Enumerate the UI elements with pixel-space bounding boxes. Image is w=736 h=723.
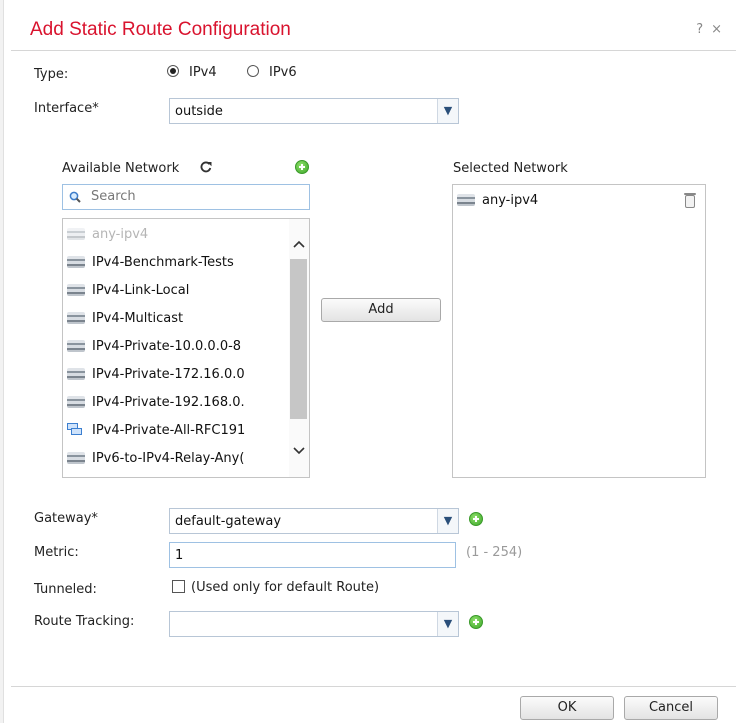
list-item[interactable]: any-ipv4 (457, 191, 701, 211)
search-placeholder: Search (91, 189, 136, 204)
list-item[interactable]: IPv4-Private-All-RFC191 (67, 421, 287, 441)
scrollbar[interactable] (289, 219, 309, 477)
chevron-down-icon[interactable]: ▼ (437, 99, 458, 123)
ipv6-radio[interactable] (247, 65, 259, 77)
list-item-label: IPv4-Private-All-RFC191 (92, 423, 246, 438)
list-item-label: IPv4-Multicast (92, 311, 184, 326)
network-icon (67, 452, 85, 464)
interface-value: outside (175, 104, 223, 119)
list-item[interactable]: IPv4-Link-Local (67, 281, 287, 301)
add-static-route-dialog: Add Static Route Configuration ?× Type: … (0, 0, 736, 723)
list-item[interactable]: IPv4-Benchmark-Tests (67, 253, 287, 273)
list-item-label: IPv4-Private-192.168.0. (92, 395, 245, 410)
chevron-down-icon[interactable]: ▼ (437, 509, 458, 533)
close-icon[interactable]: × (711, 22, 730, 37)
metric-value: 1 (175, 548, 184, 563)
network-icon (67, 256, 85, 268)
list-item[interactable]: any-ipv4 (67, 225, 287, 245)
network-icon (67, 228, 85, 240)
refresh-icon[interactable] (200, 161, 212, 173)
list-item[interactable]: IPv6-to-IPv4-Relay-Any( (67, 449, 287, 469)
metric-hint: (1 - 254) (466, 545, 523, 560)
scrollbar-thumb[interactable] (290, 259, 307, 419)
list-item[interactable]: IPv4-Private-10.0.0.0-8 (67, 337, 287, 357)
list-item-label: IPv4-Private-10.0.0.0-8 (92, 339, 242, 354)
trash-icon[interactable] (684, 193, 696, 208)
search-input[interactable]: Search (62, 184, 310, 210)
interface-label: Interface* (34, 101, 99, 116)
list-item-label: any-ipv4 (482, 193, 539, 208)
window-edge (0, 0, 4, 723)
title-divider (11, 50, 736, 51)
ipv4-label: IPv4 (189, 65, 217, 80)
dialog-title: Add Static Route Configuration (30, 19, 291, 40)
add-button[interactable]: Add (321, 298, 441, 322)
add-network-object-icon[interactable] (295, 160, 309, 174)
network-icon (457, 194, 475, 206)
list-item-label: IPv4-Benchmark-Tests (92, 255, 234, 270)
add-route-tracking-icon[interactable] (469, 615, 483, 629)
route-tracking-label: Route Tracking: (34, 614, 135, 629)
interface-select[interactable]: outside ▼ (169, 98, 459, 124)
scroll-up-icon[interactable] (292, 238, 306, 252)
metric-input[interactable]: 1 (169, 542, 456, 568)
selected-network-label: Selected Network (453, 161, 568, 176)
list-item-label: any-ipv4 (92, 227, 149, 242)
help-icon[interactable]: ? (696, 22, 711, 37)
metric-label: Metric: (34, 545, 79, 560)
list-item[interactable]: IPv4-Private-192.168.0. (67, 393, 287, 413)
list-item-label: IPv4-Link-Local (92, 283, 190, 298)
list-item-label: IPv6-to-IPv4-Relay-Any( (92, 451, 245, 466)
network-icon (67, 340, 85, 352)
footer-divider (11, 686, 736, 687)
tunneled-checkbox[interactable] (172, 580, 185, 593)
search-icon (69, 191, 81, 203)
tunneled-label: Tunneled: (34, 582, 97, 597)
ok-button[interactable]: OK (520, 696, 614, 720)
list-item[interactable]: IPv4-Multicast (67, 309, 287, 329)
network-icon (67, 396, 85, 408)
network-icon (67, 284, 85, 296)
route-tracking-select[interactable]: ▼ (169, 611, 459, 637)
add-gateway-icon[interactable] (469, 512, 483, 526)
gateway-label: Gateway* (34, 511, 98, 526)
available-network-label: Available Network (62, 161, 180, 176)
network-group-icon (67, 423, 85, 437)
ipv4-radio[interactable] (167, 65, 179, 77)
list-item-label: IPv4-Private-172.16.0.0 (92, 367, 245, 382)
gateway-select[interactable]: default-gateway ▼ (169, 508, 459, 534)
network-icon (67, 368, 85, 380)
title-actions: ?× (696, 22, 730, 37)
available-network-list: any-ipv4 IPv4-Benchmark-Tests IPv4-Link-Lo… (62, 218, 310, 478)
selected-network-list: any-ipv4 (452, 184, 706, 478)
chevron-down-icon[interactable]: ▼ (437, 612, 458, 636)
cancel-button[interactable]: Cancel (624, 696, 718, 720)
list-item[interactable]: IPv4-Private-172.16.0.0 (67, 365, 287, 385)
tunneled-hint: (Used only for default Route) (191, 580, 380, 595)
scroll-down-icon[interactable] (292, 443, 306, 457)
network-icon (67, 312, 85, 324)
ipv6-label: IPv6 (269, 65, 297, 80)
gateway-value: default-gateway (175, 514, 282, 529)
type-label: Type: (34, 67, 69, 82)
